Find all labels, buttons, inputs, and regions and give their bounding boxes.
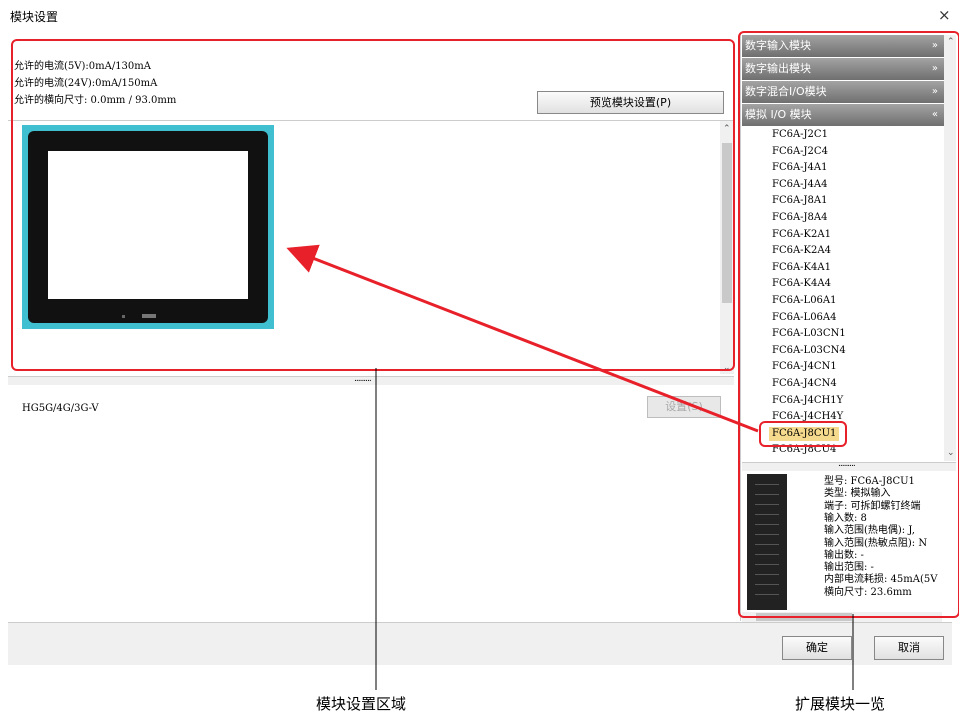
window-title: 模块设置 — [10, 10, 59, 24]
settings-area-caption: 模块设置区域 — [316, 695, 407, 713]
splitter-grip-icon[interactable]: ......... — [354, 374, 372, 384]
settings-button: 设置(S) — [647, 396, 721, 418]
module-config-area — [8, 385, 734, 622]
selected-module-highlight — [759, 421, 847, 447]
settings-area-highlight — [11, 39, 735, 371]
module-list-highlight — [738, 31, 959, 618]
ok-button[interactable]: 确定 — [782, 636, 852, 660]
hmi-model-label: HG5G/4G/3G-V — [22, 403, 99, 414]
close-icon[interactable]: × — [938, 6, 951, 24]
cancel-button[interactable]: 取消 — [874, 636, 944, 660]
module-list-caption: 扩展模块一览 — [795, 695, 886, 713]
